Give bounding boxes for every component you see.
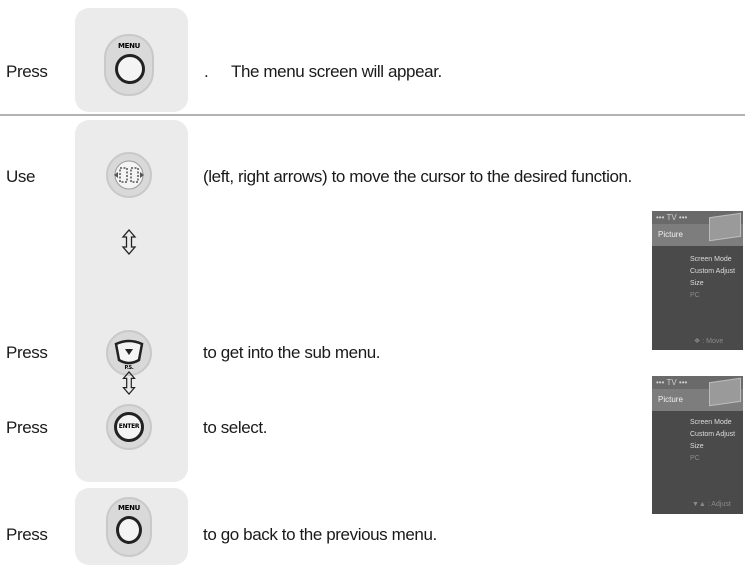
menu-footer: ❖ : Move <box>694 338 724 345</box>
enter-button-label: ENTER <box>118 423 140 430</box>
menu-item: Custom Adjust <box>690 431 736 438</box>
tv-menu-screen-2: ••• TV ••• Picture Screen Mode Custom Ad… <box>652 376 743 514</box>
menu-item: Screen Mode <box>690 256 732 263</box>
updown-arrow-icon <box>122 371 136 395</box>
row4-press-label: Press <box>6 418 48 437</box>
row1-dot: . <box>204 62 209 81</box>
menu-button-label: MENU <box>117 42 141 50</box>
menu-item: Screen Mode <box>690 419 732 426</box>
picture-thumbnail-icon <box>709 212 741 242</box>
menu-footer: ▼▲ : Adjust <box>692 501 731 508</box>
tv-label: ••• TV ••• <box>656 378 688 387</box>
menu-item: Size <box>690 443 704 450</box>
menu-category: Picture <box>658 230 683 239</box>
menu-category: Picture <box>658 395 683 404</box>
row5-press-label: Press <box>6 525 48 544</box>
row2-use-label: Use <box>6 167 36 186</box>
updown-arrow-icon <box>121 229 137 255</box>
row1-press-label: Press <box>6 62 48 81</box>
menu-button-label: MENU <box>117 504 141 512</box>
row2-text: (left, right arrows) to move the cursor … <box>203 167 632 186</box>
tv-menu-screen-1: ••• TV ••• Picture Screen Mode Custom Ad… <box>652 211 743 350</box>
row4-text: to select. <box>203 418 268 437</box>
separator-top <box>0 114 745 116</box>
enter-button-icon: ENTER <box>106 404 152 450</box>
down-button-icon: P.S. <box>106 330 152 376</box>
menu-item: Custom Adjust <box>690 268 736 275</box>
tv-label: ••• TV ••• <box>656 213 688 222</box>
menu-item: PC <box>690 292 700 299</box>
menu-item: PC <box>690 455 700 462</box>
picture-thumbnail-icon <box>709 377 741 407</box>
row3-press-label: Press <box>6 343 48 362</box>
row5-text: to go back to the previous menu. <box>203 525 437 544</box>
menu-item: Size <box>690 280 704 287</box>
left-right-arrows-icon <box>106 152 152 198</box>
menu-button-icon: MENU <box>104 34 154 96</box>
row3-text: to get into the sub menu. <box>203 343 381 362</box>
row1-text: The menu screen will appear. <box>231 62 442 81</box>
menu-button-icon: MENU <box>106 497 152 557</box>
